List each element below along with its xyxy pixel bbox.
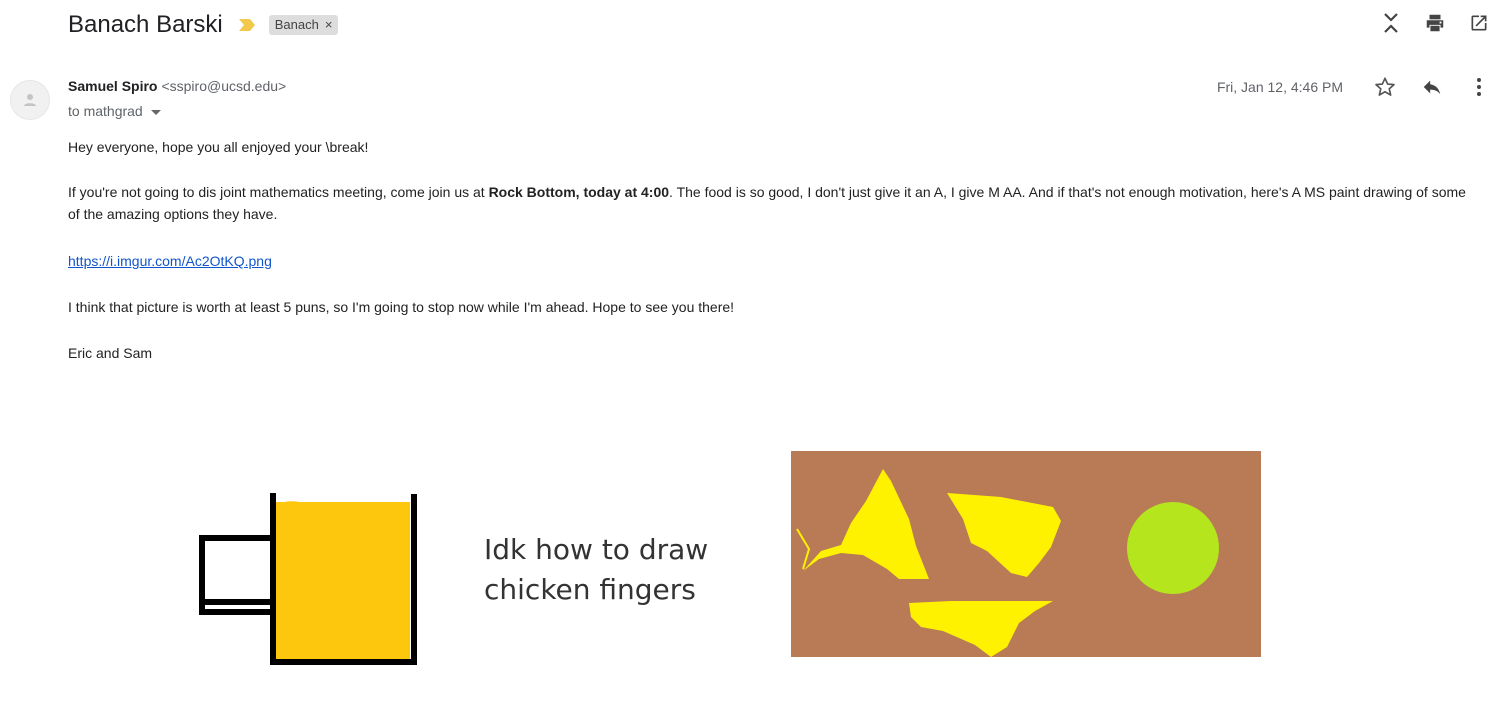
caption-line-1: Idk how to draw [484,533,709,566]
remove-label-button[interactable]: × [325,17,333,32]
body-paragraph-puns: I think that picture is worth at least 5… [68,299,735,315]
thread-toolbar [1380,12,1490,34]
sender-name[interactable]: Samuel Spiro [68,78,157,94]
subject-row: Banach Barski Banach × [68,8,339,42]
image-link[interactable]: https://i.imgur.com/Ac2OtKQ.png [68,253,272,269]
lime-slice [1127,502,1219,594]
collapse-all-icon[interactable] [1380,12,1402,34]
body-paragraph-link: https://i.imgur.com/Ac2OtKQ.png [68,250,272,272]
recipient-text: to mathgrad [68,103,143,119]
importance-marker-icon[interactable] [237,18,257,32]
person-icon [24,94,36,106]
sender-line: Samuel Spiro <sspiro@ucsd.edu> [68,78,286,94]
sender-email: <sspiro@ucsd.edu> [161,78,287,94]
open-in-new-window-icon[interactable] [1468,12,1490,34]
avatar[interactable] [10,80,50,120]
message-date: Fri, Jan 12, 4:46 PM [1216,79,1343,95]
email-subject: Banach Barski [68,11,223,38]
more-vert-icon[interactable] [1468,76,1490,98]
recipient-details-dropdown-icon[interactable] [150,103,161,119]
print-icon[interactable] [1424,12,1446,34]
message-actions [1374,76,1490,98]
inline-image-preview[interactable]: Idk how to draw chicken fingers [190,450,1270,670]
label-chip[interactable]: Banach × [268,15,339,35]
label-chip-text: Banach [274,17,319,32]
body-paragraph-greeting: Hey everyone, hope you all enjoyed your … [68,139,369,155]
invite-text-start: If you're not going to dis joint mathema… [68,184,489,200]
food-plate-drawing [791,451,1261,657]
caption-line-2: chicken fingers [484,573,696,606]
body-signature: Eric and Sam [68,345,153,361]
beer-mug-drawing [199,493,417,665]
invite-location-time: Rock Bottom, today at 4:00 [488,184,670,200]
reply-icon[interactable] [1421,76,1443,98]
recipient-line[interactable]: to mathgrad [68,103,161,119]
drawing-caption: Idk how to draw chicken fingers [484,530,708,610]
body-paragraph-invite: If you're not going to dis joint mathema… [68,181,1478,225]
star-icon[interactable] [1374,76,1396,98]
